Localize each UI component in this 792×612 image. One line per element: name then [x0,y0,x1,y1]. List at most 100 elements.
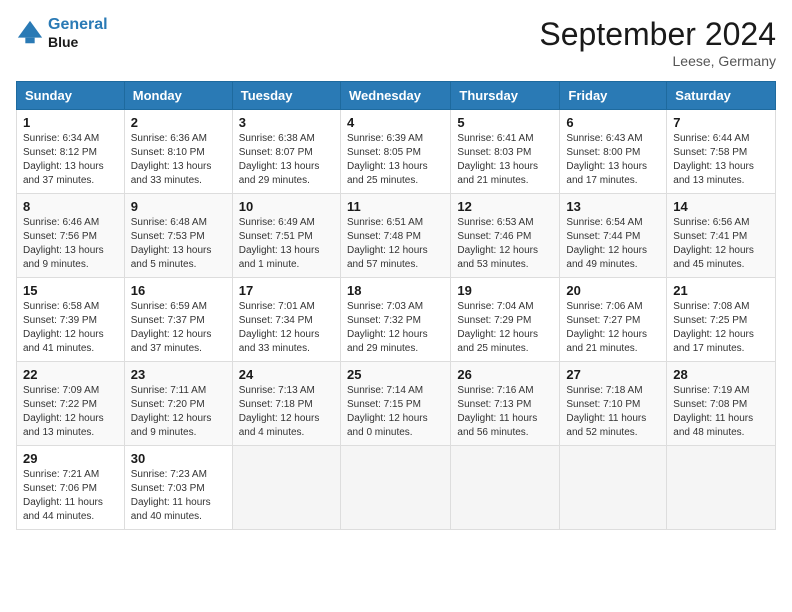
location: Leese, Germany [539,53,776,69]
day-info: Sunrise: 6:36 AMSunset: 8:10 PMDaylight:… [131,132,226,188]
table-cell: 19 Sunrise: 7:04 AMSunset: 7:29 PMDayligh… [451,278,560,362]
page-header: General Blue September 2024 Leese, Germa… [16,16,776,69]
day-number: 19 [457,283,553,298]
day-number: 4 [347,115,444,130]
day-number: 2 [131,115,226,130]
table-cell: 27 Sunrise: 7:18 AMSunset: 7:10 PMDayligh… [560,362,667,446]
day-info: Sunrise: 6:34 AMSunset: 8:12 PMDaylight:… [23,132,118,188]
day-info: Sunrise: 7:04 AMSunset: 7:29 PMDaylight:… [457,300,553,356]
table-cell: 22 Sunrise: 7:09 AMSunset: 7:22 PMDayligh… [17,362,125,446]
table-cell: 8 Sunrise: 6:46 AMSunset: 7:56 PMDaylight… [17,194,125,278]
day-number: 17 [239,283,334,298]
day-number: 10 [239,199,334,214]
table-cell: 12 Sunrise: 6:53 AMSunset: 7:46 PMDayligh… [451,194,560,278]
table-cell: 3Sunrise: 6:38 AMSunset: 8:07 PMDaylight… [232,110,340,194]
day-info: Sunrise: 6:41 AMSunset: 8:03 PMDaylight:… [457,132,553,188]
day-info: Sunrise: 6:53 AMSunset: 7:46 PMDaylight:… [457,216,553,272]
day-info: Sunrise: 7:18 AMSunset: 7:10 PMDaylight:… [566,384,660,440]
day-number: 3 [239,115,334,130]
day-number: 15 [23,283,118,298]
day-number: 23 [131,367,226,382]
day-info: Sunrise: 6:48 AMSunset: 7:53 PMDaylight:… [131,216,226,272]
day-info: Sunrise: 7:19 AMSunset: 7:08 PMDaylight:… [673,384,769,440]
day-info: Sunrise: 7:16 AMSunset: 7:13 PMDaylight:… [457,384,553,440]
day-info: Sunrise: 6:49 AMSunset: 7:51 PMDaylight:… [239,216,334,272]
table-cell: 9 Sunrise: 6:48 AMSunset: 7:53 PMDaylight… [124,194,232,278]
day-number: 7 [673,115,769,130]
table-cell: 5 Sunrise: 6:41 AMSunset: 8:03 PMDaylight… [451,110,560,194]
day-number: 21 [673,283,769,298]
day-number: 11 [347,199,444,214]
day-info: Sunrise: 7:06 AMSunset: 7:27 PMDaylight:… [566,300,660,356]
table-cell: 21 Sunrise: 7:08 AMSunset: 7:25 PMDayligh… [667,278,776,362]
table-cell: 18 Sunrise: 7:03 AMSunset: 7:32 PMDayligh… [340,278,450,362]
col-tuesday: Tuesday [232,82,340,110]
table-cell [560,446,667,530]
table-cell [667,446,776,530]
table-cell: 20Sunrise: 7:06 AMSunset: 7:27 PMDayligh… [560,278,667,362]
table-cell: 25Sunrise: 7:14 AMSunset: 7:15 PMDayligh… [340,362,450,446]
month-title: September 2024 [539,16,776,53]
day-info: Sunrise: 7:23 AMSunset: 7:03 PMDaylight:… [131,468,226,524]
day-number: 14 [673,199,769,214]
day-info: Sunrise: 6:39 AMSunset: 8:05 PMDaylight:… [347,132,444,188]
day-number: 9 [131,199,226,214]
col-sunday: Sunday [17,82,125,110]
day-number: 8 [23,199,118,214]
day-info: Sunrise: 6:56 AMSunset: 7:41 PMDaylight:… [673,216,769,272]
day-number: 27 [566,367,660,382]
table-cell: 17 Sunrise: 7:01 AMSunset: 7:34 PMDayligh… [232,278,340,362]
day-number: 13 [566,199,660,214]
day-info: Sunrise: 6:44 AMSunset: 7:58 PMDaylight:… [673,132,769,188]
table-cell: 30 Sunrise: 7:23 AMSunset: 7:03 PMDayligh… [124,446,232,530]
day-number: 22 [23,367,118,382]
table-cell: 15 Sunrise: 6:58 AMSunset: 7:39 PMDayligh… [17,278,125,362]
table-cell: 4 Sunrise: 6:39 AMSunset: 8:05 PMDaylight… [340,110,450,194]
table-cell [451,446,560,530]
week-row-3: 15 Sunrise: 6:58 AMSunset: 7:39 PMDayligh… [17,278,776,362]
day-info: Sunrise: 7:01 AMSunset: 7:34 PMDaylight:… [239,300,334,356]
col-thursday: Thursday [451,82,560,110]
col-wednesday: Wednesday [340,82,450,110]
day-number: 24 [239,367,334,382]
table-cell: 1Sunrise: 6:34 AMSunset: 8:12 PMDaylight… [17,110,125,194]
logo-text: General Blue [48,16,108,50]
day-info: Sunrise: 7:03 AMSunset: 7:32 PMDaylight:… [347,300,444,356]
week-row-2: 8 Sunrise: 6:46 AMSunset: 7:56 PMDaylight… [17,194,776,278]
day-number: 18 [347,283,444,298]
week-row-5: 29Sunrise: 7:21 AMSunset: 7:06 PMDayligh… [17,446,776,530]
day-info: Sunrise: 7:11 AMSunset: 7:20 PMDaylight:… [131,384,226,440]
table-cell: 24Sunrise: 7:13 AMSunset: 7:18 PMDayligh… [232,362,340,446]
day-number: 6 [566,115,660,130]
col-saturday: Saturday [667,82,776,110]
day-number: 28 [673,367,769,382]
day-info: Sunrise: 6:43 AMSunset: 8:00 PMDaylight:… [566,132,660,188]
table-cell: 11 Sunrise: 6:51 AMSunset: 7:48 PMDayligh… [340,194,450,278]
day-number: 5 [457,115,553,130]
logo: General Blue [16,16,108,50]
day-info: Sunrise: 7:14 AMSunset: 7:15 PMDaylight:… [347,384,444,440]
day-info: Sunrise: 7:09 AMSunset: 7:22 PMDaylight:… [23,384,118,440]
calendar-header-row: Sunday Monday Tuesday Wednesday Thursday… [17,82,776,110]
day-info: Sunrise: 6:46 AMSunset: 7:56 PMDaylight:… [23,216,118,272]
table-cell: 13 Sunrise: 6:54 AMSunset: 7:44 PMDayligh… [560,194,667,278]
day-info: Sunrise: 6:54 AMSunset: 7:44 PMDaylight:… [566,216,660,272]
table-cell: 23 Sunrise: 7:11 AMSunset: 7:20 PMDayligh… [124,362,232,446]
day-number: 16 [131,283,226,298]
calendar-table: Sunday Monday Tuesday Wednesday Thursday… [16,81,776,530]
table-cell: 29Sunrise: 7:21 AMSunset: 7:06 PMDayligh… [17,446,125,530]
table-cell: 7 Sunrise: 6:44 AMSunset: 7:58 PMDaylight… [667,110,776,194]
table-cell [340,446,450,530]
week-row-4: 22 Sunrise: 7:09 AMSunset: 7:22 PMDayligh… [17,362,776,446]
col-friday: Friday [560,82,667,110]
title-section: September 2024 Leese, Germany [539,16,776,69]
day-info: Sunrise: 6:51 AMSunset: 7:48 PMDaylight:… [347,216,444,272]
table-cell: 2 Sunrise: 6:36 AMSunset: 8:10 PMDaylight… [124,110,232,194]
col-monday: Monday [124,82,232,110]
day-info: Sunrise: 7:08 AMSunset: 7:25 PMDaylight:… [673,300,769,356]
table-cell [232,446,340,530]
day-info: Sunrise: 6:58 AMSunset: 7:39 PMDaylight:… [23,300,118,356]
day-number: 29 [23,451,118,466]
day-number: 12 [457,199,553,214]
day-number: 30 [131,451,226,466]
